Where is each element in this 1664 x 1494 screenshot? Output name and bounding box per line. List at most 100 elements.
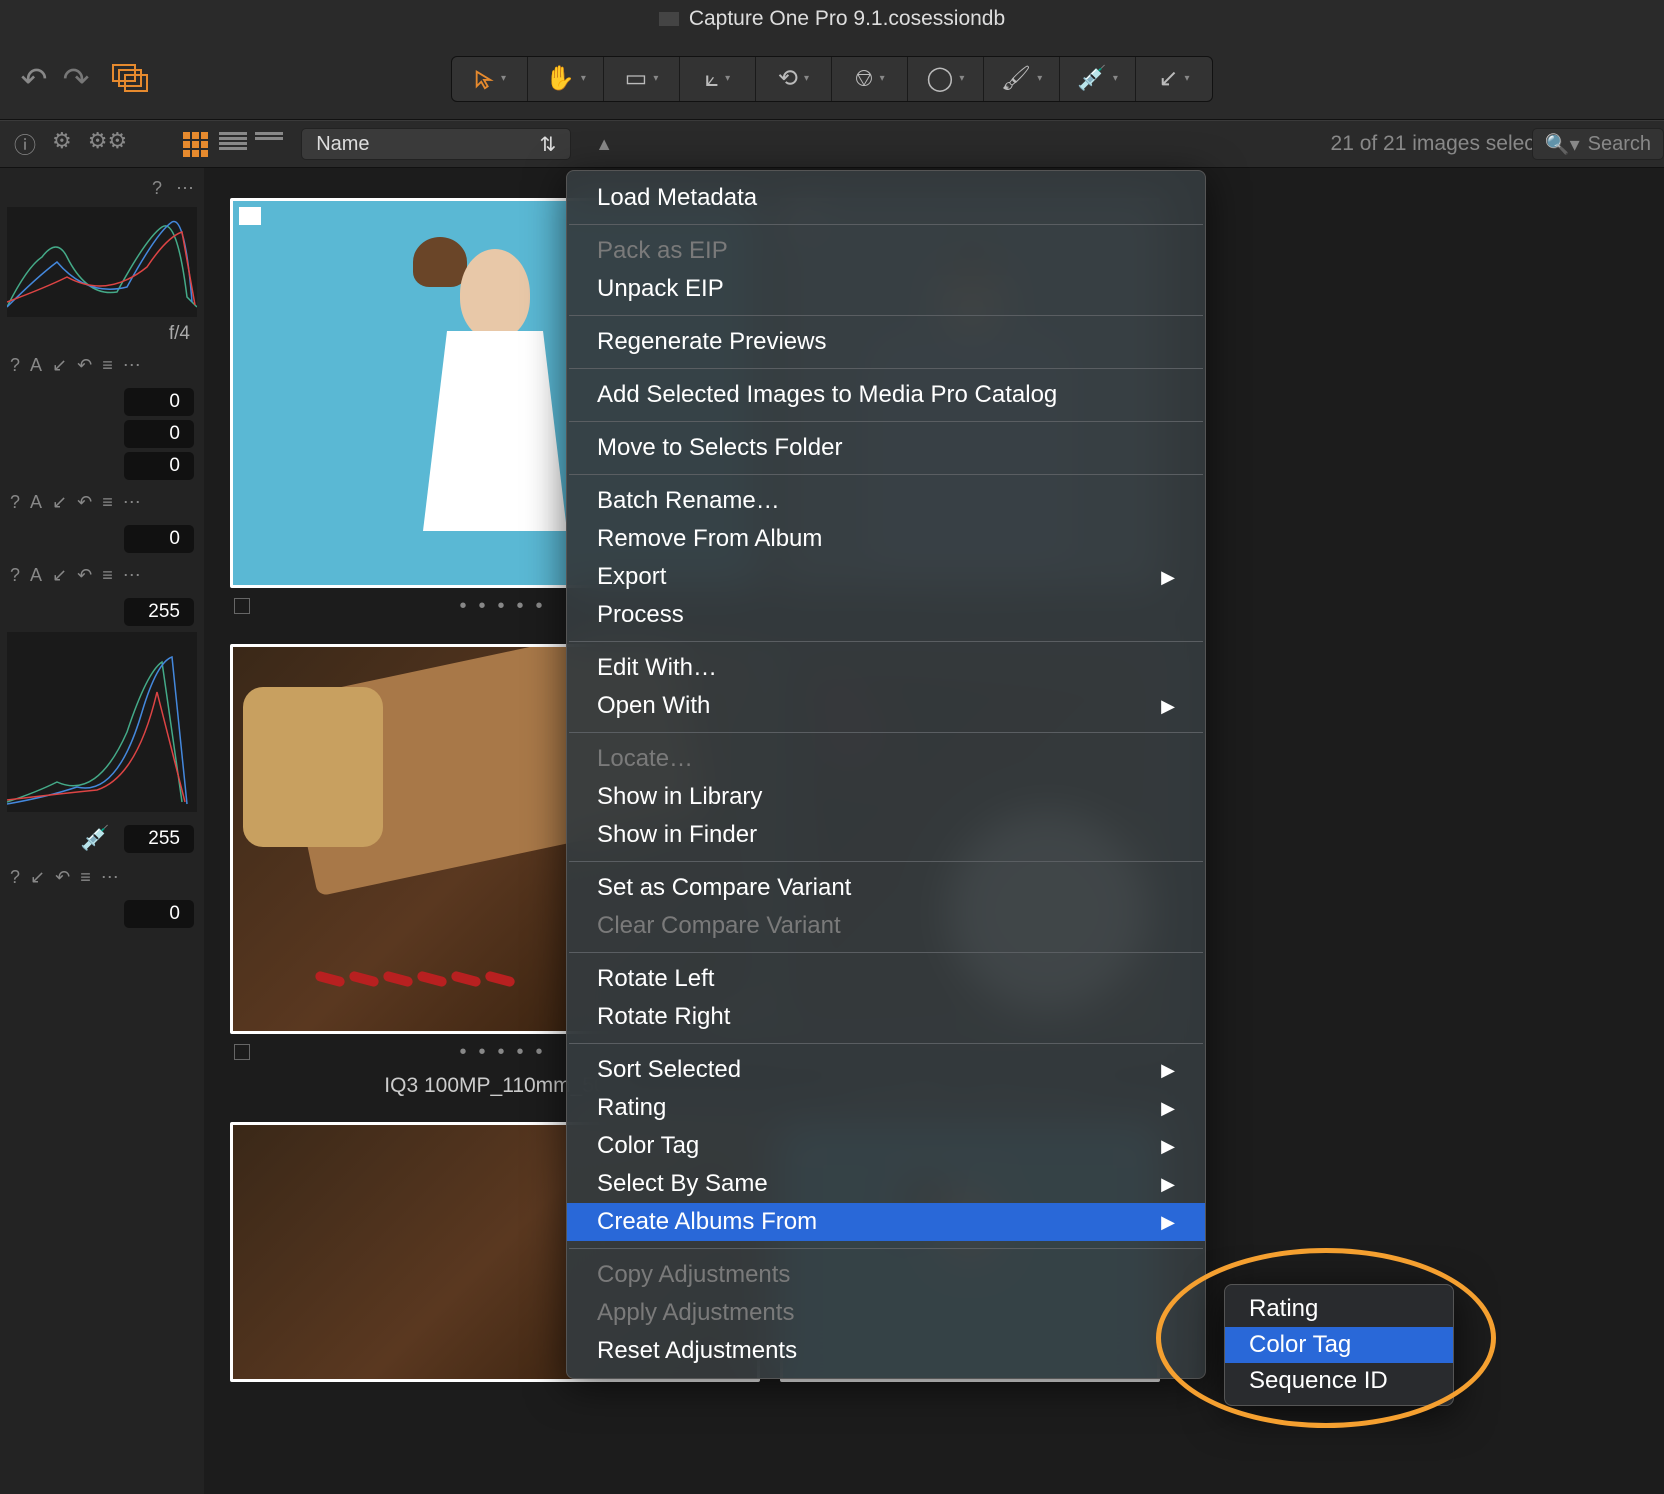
browser-toolbar: ⓘ ⚙ ⚙⚙ Name ⇅ ▲ 21 of 21 images selected…: [0, 120, 1664, 168]
menu-item-create-albums-from[interactable]: Create Albums From▶: [567, 1203, 1205, 1241]
menu-item-load-metadata[interactable]: Load Metadata: [567, 179, 1205, 217]
menu-item-label: Process: [597, 601, 684, 629]
search-icon: 🔍▾: [1545, 132, 1580, 157]
pan-tool[interactable]: ✋▾: [528, 57, 604, 101]
menu-separator: [569, 861, 1203, 862]
dropdown-caret-icon: ⇅: [539, 132, 556, 157]
menu-separator: [569, 224, 1203, 225]
menu-separator: [569, 368, 1203, 369]
param-d[interactable]: 0: [124, 525, 194, 553]
menu-item-label: Show in Library: [597, 783, 762, 811]
submenu-arrow-icon: ▶: [1161, 1098, 1175, 1119]
menu-item-label: Reset Adjustments: [597, 1337, 797, 1365]
submenu-item-rating[interactable]: Rating: [1225, 1291, 1453, 1327]
levels-val[interactable]: 255: [124, 825, 194, 853]
param-e[interactable]: 0: [124, 900, 194, 928]
eyedropper-icon[interactable]: 💉: [80, 824, 110, 853]
sort-direction-icon[interactable]: ▲: [595, 134, 613, 155]
sort-label: Name: [316, 133, 369, 156]
search-placeholder: Search: [1588, 133, 1651, 156]
menu-item-show-in-library[interactable]: Show in Library: [567, 778, 1205, 816]
help-icon[interactable]: ?: [152, 178, 162, 199]
menu-item-locate: Locate…: [567, 740, 1205, 778]
menu-item-move-to-selects-folder[interactable]: Move to Selects Folder: [567, 429, 1205, 467]
arrow-tool[interactable]: ↙▾: [1136, 57, 1212, 101]
param-a[interactable]: 0: [124, 388, 194, 416]
window-title: Capture One Pro 9.1.cosessiondb: [689, 7, 1005, 31]
loupe-tool[interactable]: ▭▾: [604, 57, 680, 101]
keystone-tool[interactable]: ⎊▾: [832, 57, 908, 101]
menu-item-show-in-finder[interactable]: Show in Finder: [567, 816, 1205, 854]
menu-item-set-as-compare-variant[interactable]: Set as Compare Variant: [567, 869, 1205, 907]
eyedropper-tool[interactable]: 💉▾: [1060, 57, 1136, 101]
menu-item-unpack-eip[interactable]: Unpack EIP: [567, 270, 1205, 308]
gears-icon[interactable]: ⚙⚙: [88, 128, 127, 160]
menu-item-batch-rename[interactable]: Batch Rename…: [567, 482, 1205, 520]
menu-separator: [569, 732, 1203, 733]
redo-icon[interactable]: ↷: [62, 65, 90, 93]
menu-item-label: Locate…: [597, 745, 693, 773]
menu-item-sort-selected[interactable]: Sort Selected▶: [567, 1051, 1205, 1089]
menu-item-edit-with[interactable]: Edit With…: [567, 649, 1205, 687]
menu-separator: [569, 315, 1203, 316]
grid-view-icon[interactable]: [183, 132, 211, 156]
menu-item-apply-adjustments: Apply Adjustments: [567, 1294, 1205, 1332]
menu-item-select-by-same[interactable]: Select By Same▶: [567, 1165, 1205, 1203]
menu-item-color-tag[interactable]: Color Tag▶: [567, 1127, 1205, 1165]
menu-item-open-with[interactable]: Open With▶: [567, 687, 1205, 725]
menu-item-label: Color Tag: [597, 1132, 699, 1160]
menu-item-export[interactable]: Export▶: [567, 558, 1205, 596]
thumbnail-checkbox[interactable]: [234, 1044, 250, 1060]
submenu-item-sequence-id[interactable]: Sequence ID: [1225, 1363, 1453, 1399]
list-view-icon[interactable]: [219, 132, 247, 156]
search-input[interactable]: 🔍▾ Search: [1532, 128, 1664, 160]
menu-item-label: Rotate Left: [597, 965, 714, 993]
menu-separator: [569, 641, 1203, 642]
gear-icon[interactable]: ⚙: [52, 128, 72, 160]
menu-separator: [569, 1043, 1203, 1044]
menu-item-rotate-right[interactable]: Rotate Right: [567, 998, 1205, 1036]
menu-item-reset-adjustments[interactable]: Reset Adjustments: [567, 1332, 1205, 1370]
variants-icon[interactable]: [112, 64, 148, 94]
levels-hi[interactable]: 255: [124, 598, 194, 626]
menu-separator: [569, 421, 1203, 422]
context-menu: Load Metadata Pack as EIP Unpack EIP Regene…: [566, 170, 1206, 1379]
menu-item-regenerate-previews[interactable]: Regenerate Previews: [567, 323, 1205, 361]
menu-item-rating[interactable]: Rating▶: [567, 1089, 1205, 1127]
param-b[interactable]: 0: [124, 420, 194, 448]
spot-tool[interactable]: ◯▾: [908, 57, 984, 101]
menu-item-pack-as-eip: Pack as EIP: [567, 232, 1205, 270]
undo-icon[interactable]: ↶: [20, 65, 48, 93]
menu-item-add-selected-images-to-media-pro-catalog[interactable]: Add Selected Images to Media Pro Catalog: [567, 376, 1205, 414]
submenu-item-color-tag[interactable]: Color Tag: [1225, 1327, 1453, 1363]
menu-item-process[interactable]: Process: [567, 596, 1205, 634]
rotate-tool[interactable]: ⟲▾: [756, 57, 832, 101]
thumbnail-checkbox[interactable]: [234, 598, 250, 614]
levels-curve[interactable]: [7, 632, 197, 812]
menu-item-label: Clear Compare Variant: [597, 912, 841, 940]
menu-item-remove-from-album[interactable]: Remove From Album: [567, 520, 1205, 558]
brush-tool[interactable]: 🖌▾: [984, 57, 1060, 101]
info-icon[interactable]: ⓘ: [14, 128, 36, 160]
selection-status: 21 of 21 images selected: [1331, 132, 1564, 156]
filmstrip-view-icon[interactable]: [255, 132, 283, 156]
param-c[interactable]: 0: [124, 452, 194, 480]
select-tool[interactable]: ▾: [452, 57, 528, 101]
cursor-tools: ▾ ✋▾ ▭▾ ⟀▾ ⟲▾ ⎊▾ ◯▾ 🖌▾ 💉▾ ↙▾: [451, 56, 1213, 102]
submenu-arrow-icon: ▶: [1161, 696, 1175, 717]
menu-item-label: Copy Adjustments: [597, 1261, 790, 1289]
menu-separator: [569, 1248, 1203, 1249]
aperture-value: f/4: [0, 321, 204, 347]
menu-item-label: Export: [597, 563, 666, 591]
context-submenu: RatingColor TagSequence ID: [1224, 1284, 1454, 1406]
menu-item-label: Pack as EIP: [597, 237, 728, 265]
submenu-arrow-icon: ▶: [1161, 1060, 1175, 1081]
sort-dropdown[interactable]: Name ⇅: [301, 128, 571, 160]
main-toolbar: ↶ ↷ ▾ ✋▾ ▭▾ ⟀▾ ⟲▾ ⎊▾ ◯▾ 🖌▾ 💉▾ ↙▾: [0, 38, 1664, 120]
menu-item-label: Show in Finder: [597, 821, 757, 849]
menu-item-rotate-left[interactable]: Rotate Left: [567, 960, 1205, 998]
crop-tool[interactable]: ⟀▾: [680, 57, 756, 101]
menu-item-label: Remove From Album: [597, 525, 822, 553]
more-icon[interactable]: ⋯: [176, 178, 194, 199]
menu-item-clear-compare-variant: Clear Compare Variant: [567, 907, 1205, 945]
